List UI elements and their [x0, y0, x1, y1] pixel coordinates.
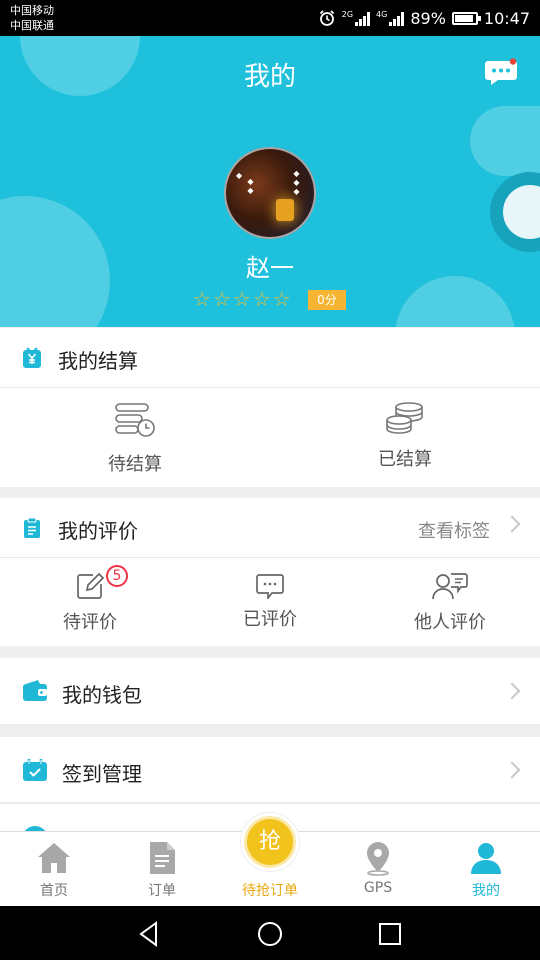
user-icon: [471, 843, 501, 874]
grab-button[interactable]: 抢: [240, 812, 300, 872]
settlement-header: 我的结算: [0, 328, 540, 388]
settlement-title: 我的结算: [58, 349, 138, 373]
carrier-info: 中国移动 中国联通: [10, 3, 54, 33]
person-chat-icon: [432, 573, 468, 600]
rating-stars: ☆ ☆ ☆ ☆ ☆: [193, 288, 291, 310]
chat-bubble-icon: [256, 574, 284, 599]
status-bar: 中国移动 中国联通 2G 4G 89% 10:47: [0, 0, 540, 36]
yen-bag-icon: [23, 347, 41, 368]
back-icon[interactable]: [136, 920, 164, 948]
to-review-label: 待评价: [63, 612, 117, 633]
list-clock-icon: [115, 403, 155, 437]
clock: 10:47: [483, 8, 530, 28]
reviewed-label: 已评价: [243, 609, 297, 630]
wallet-row[interactable]: 我的钱包: [0, 658, 540, 724]
alarm-icon: [319, 10, 334, 26]
signal-icon-1: 2G: [342, 10, 371, 26]
home-icon: [38, 843, 70, 873]
star-icon: ☆: [212, 287, 231, 311]
pending-review-count-badge: 5: [106, 565, 128, 587]
tab-grab-orders[interactable]: 抢 待抢订单: [216, 812, 324, 907]
wallet-label: 我的钱包: [62, 683, 142, 707]
tab-orders[interactable]: 订单: [108, 832, 216, 907]
chevron-right-icon: [503, 682, 521, 700]
coins-stack-icon: [386, 402, 423, 434]
edit-icon: [77, 572, 104, 599]
user-name: 赵一: [246, 254, 294, 282]
settlement-section: 我的结算 待结算 已结算: [0, 328, 540, 487]
tab-grab-label: 待抢订单: [242, 883, 298, 899]
settled-label: 已结算: [378, 449, 432, 470]
message-icon[interactable]: [484, 58, 518, 86]
reviews-header[interactable]: 我的评价 查看标签: [0, 498, 540, 558]
others-review-button[interactable]: 他人评价: [360, 558, 540, 646]
decor-ring: [490, 172, 540, 252]
battery-percent: 89%: [410, 8, 446, 28]
recent-apps-icon[interactable]: [376, 920, 404, 948]
tab-home[interactable]: 首页: [0, 832, 108, 907]
clipboard-icon: [24, 517, 40, 538]
star-icon: ☆: [252, 287, 271, 311]
document-icon: [150, 842, 175, 874]
avatar[interactable]: ◆ ◆◆ ◆◆◆: [224, 147, 316, 239]
signal-icon-2: 4G: [376, 10, 405, 26]
calendar-check-icon: [23, 759, 47, 781]
tab-orders-label: 订单: [148, 883, 176, 899]
carrier-1: 中国移动: [10, 4, 54, 17]
pending-settlement-button[interactable]: 待结算: [0, 388, 270, 487]
reviewed-button[interactable]: 已评价: [180, 558, 360, 646]
decor-circle: [395, 276, 515, 327]
app-screen: 中国移动 中国联通 2G 4G 89% 10:47 我的 ◆ ◆◆ ◆◆◆ 赵一…: [0, 0, 540, 960]
decor-circle: [470, 106, 540, 176]
checkin-row[interactable]: 签到管理: [0, 737, 540, 803]
location-pin-icon: [367, 842, 389, 876]
pending-settlement-label: 待结算: [108, 454, 162, 475]
battery-icon: [451, 11, 481, 25]
star-icon: ☆: [272, 287, 291, 311]
star-icon: ☆: [232, 287, 251, 311]
reviews-title: 我的评价: [58, 519, 138, 543]
score-badge: 0分: [308, 290, 346, 310]
grab-icon: 抢: [247, 819, 293, 865]
view-tags-link[interactable]: 查看标签: [418, 517, 490, 543]
home-circle-icon[interactable]: [256, 920, 284, 948]
star-icon: ☆: [193, 287, 211, 311]
tab-mine[interactable]: 我的: [432, 832, 540, 907]
others-review-label: 他人评价: [414, 612, 486, 633]
checkin-label: 签到管理: [62, 762, 142, 786]
settled-button[interactable]: 已结算: [270, 388, 540, 487]
profile-header: 我的 ◆ ◆◆ ◆◆◆ 赵一 ☆ ☆ ☆ ☆ ☆ 0分: [0, 36, 540, 327]
bottom-tab-bar: 首页 订单 抢 待抢订单 GPS 我的: [0, 812, 540, 907]
status-icons: 2G 4G 89% 10:47: [318, 0, 530, 36]
reviews-section: 我的评价 查看标签 5 待评价 已评价 他人评价: [0, 498, 540, 646]
tab-gps-label: GPS: [363, 880, 393, 896]
wallet-icon: [23, 680, 47, 701]
page-title: 我的: [243, 62, 296, 92]
chevron-right-icon: [503, 515, 521, 533]
tab-mine-label: 我的: [472, 883, 500, 899]
carrier-2: 中国联通: [10, 19, 54, 32]
chevron-right-icon: [503, 761, 521, 779]
tab-gps[interactable]: GPS: [324, 832, 432, 907]
system-nav-bar: [0, 906, 540, 960]
to-review-button[interactable]: 5 待评价: [0, 558, 180, 646]
tab-home-label: 首页: [40, 883, 68, 899]
